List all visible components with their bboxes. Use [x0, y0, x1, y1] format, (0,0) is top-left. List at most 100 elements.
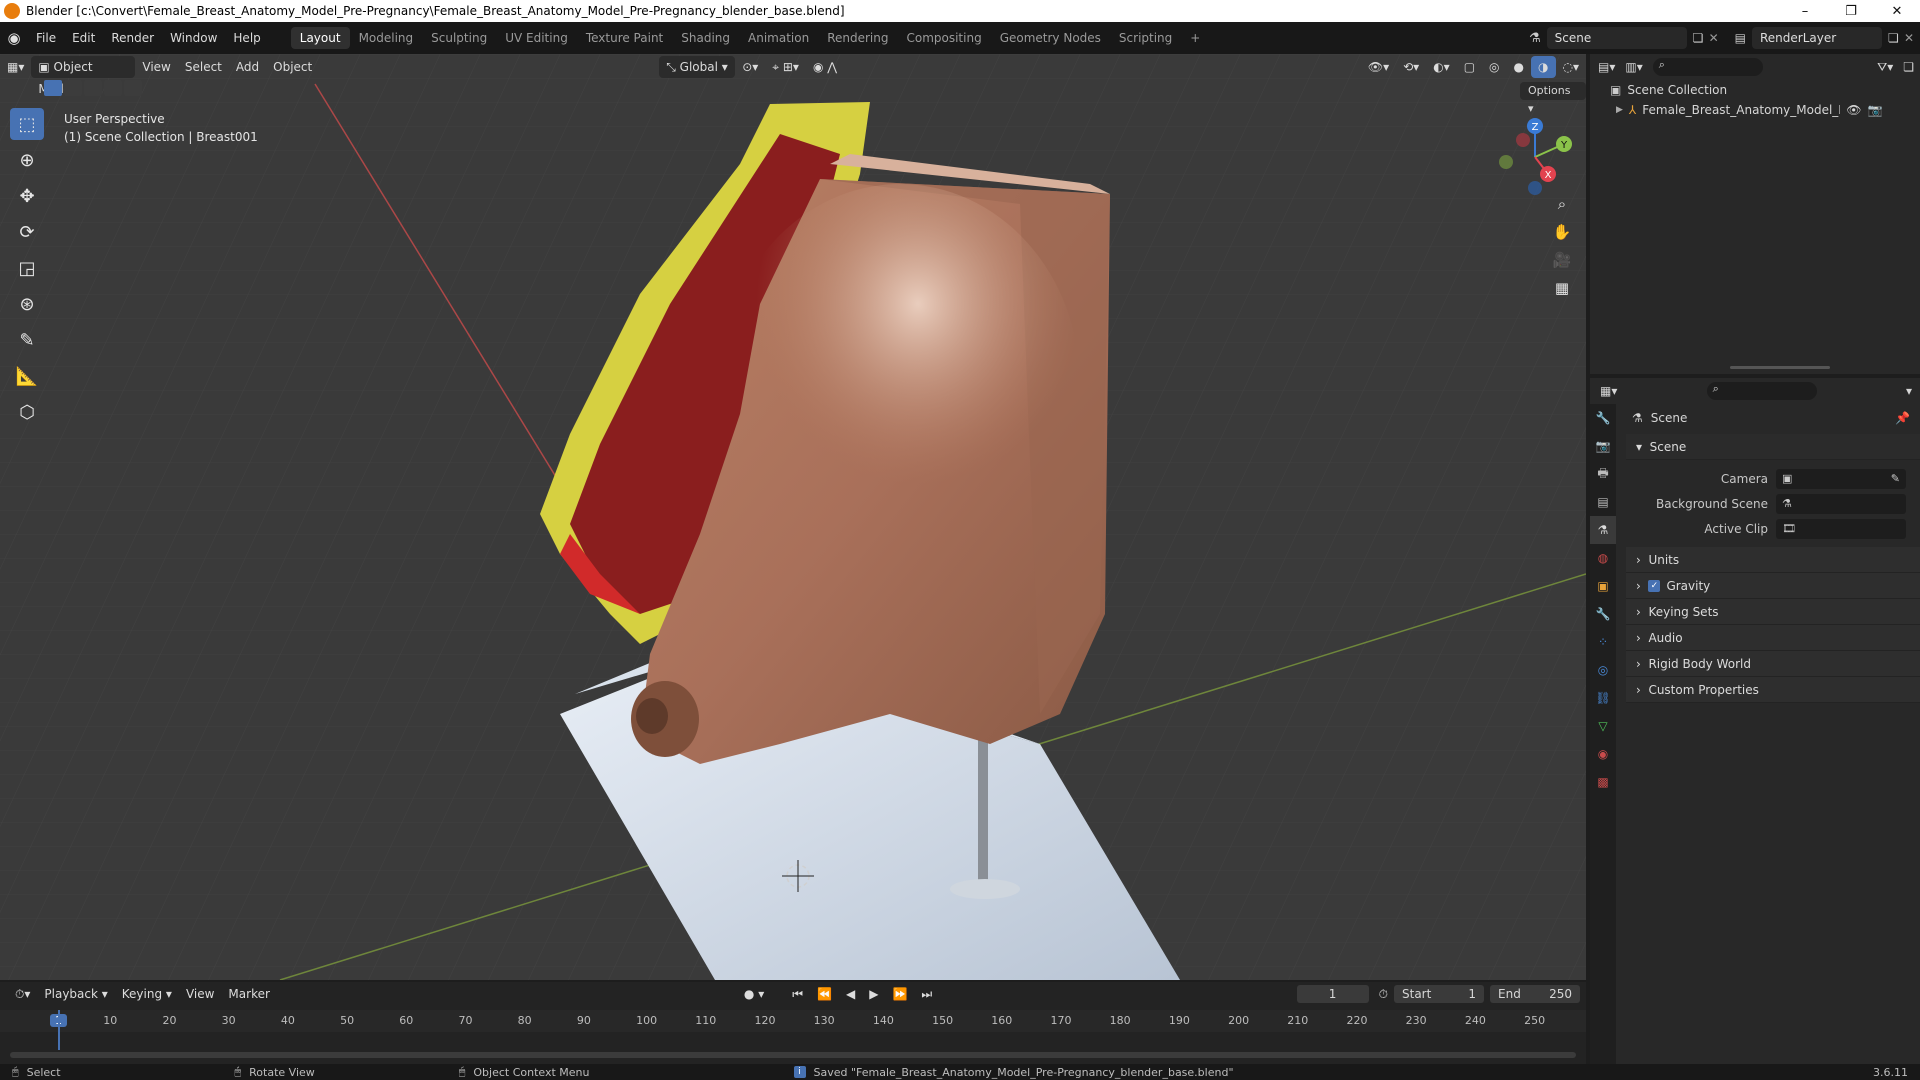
transform-tool-icon[interactable]: ⊛ [10, 288, 44, 320]
select-invert-icon[interactable] [104, 80, 122, 96]
frame-ruler[interactable]: 1102030405060708090100110120130140150160… [0, 1010, 1586, 1032]
menu-edit[interactable]: Edit [64, 27, 103, 49]
display-mode-icon[interactable]: ▥▾ [1625, 60, 1642, 74]
data-tab-icon[interactable]: ▽ [1590, 712, 1616, 740]
menu-help[interactable]: Help [225, 27, 268, 49]
gizmo-neg-z[interactable] [1528, 181, 1542, 195]
physics-tab-icon[interactable]: ◎ [1590, 656, 1616, 684]
tab-geometry-nodes[interactable]: Geometry Nodes [991, 27, 1110, 49]
visibility-icon[interactable]: 👁▾ [1361, 56, 1396, 78]
outliner-row-scene-collection[interactable]: ▣ Scene Collection [1590, 80, 1920, 100]
jump-end-icon[interactable]: ⏭ [914, 983, 939, 1005]
particles-tab-icon[interactable]: ⁘ [1590, 628, 1616, 656]
pivot-point-icon[interactable]: ⊙▾ [735, 56, 765, 78]
panel-rigid-body-world[interactable]: › Rigid Body World [1626, 651, 1920, 677]
menu-window[interactable]: Window [162, 27, 225, 49]
menu-select[interactable]: Select [178, 56, 229, 78]
rotate-tool-icon[interactable]: ⟳ [10, 216, 44, 248]
visibility-eye-icon[interactable]: 👁 [1846, 103, 1861, 117]
shading-solid-icon[interactable]: ● [1507, 56, 1531, 78]
properties-editor-type-icon[interactable]: ▦▾ [1600, 384, 1617, 398]
menu-view[interactable]: View [135, 56, 177, 78]
view-layer-selector[interactable]: RenderLayer [1752, 27, 1882, 49]
timeline-scrollbar[interactable] [10, 1052, 1576, 1058]
zoom-icon[interactable]: ⌕ [1548, 190, 1576, 218]
tool-tab-icon[interactable]: 🔧 [1590, 404, 1616, 432]
record-button-icon[interactable]: ● ▾ [737, 983, 771, 1005]
mode-selector[interactable]: ▣ Object Mode ▾ [31, 56, 136, 96]
overlay-toggle-icon[interactable]: ◐▾ [1426, 56, 1457, 78]
snap-icon[interactable]: ⌖ ⊞▾ [765, 56, 806, 78]
tab-modeling[interactable]: Modeling [350, 27, 423, 49]
eyedropper-icon[interactable]: ✎ [1891, 472, 1900, 485]
select-subtract-icon[interactable] [84, 80, 102, 96]
delete-scene-icon[interactable]: ✕ [1709, 31, 1725, 45]
new-scene-icon[interactable]: ❏ [1693, 31, 1709, 45]
panel-custom-properties[interactable]: › Custom Properties [1626, 677, 1920, 703]
xray-toggle-icon[interactable]: ▢ [1457, 56, 1482, 78]
panel-audio[interactable]: › Audio [1626, 625, 1920, 651]
gizmo-neg-x[interactable] [1516, 133, 1530, 147]
pan-hand-icon[interactable]: ✋ [1548, 218, 1576, 246]
next-keyframe-icon[interactable]: ⏩ [885, 983, 914, 1005]
play-icon[interactable]: ▶ [862, 983, 885, 1005]
add-workspace-button[interactable]: + [1181, 27, 1209, 49]
pin-icon[interactable]: 📌 [1895, 411, 1910, 425]
filter-icon[interactable]: ⛛▾ [1877, 60, 1893, 75]
menu-playback[interactable]: Playback ▾ [37, 983, 114, 1005]
menu-timeline-view[interactable]: View [179, 983, 221, 1005]
tab-animation[interactable]: Animation [739, 27, 818, 49]
prev-keyframe-icon[interactable]: ⏪ [810, 983, 839, 1005]
add-cube-tool-icon[interactable]: ⬡ [10, 396, 44, 428]
preview-range-icon[interactable]: ⏱ [1379, 987, 1388, 1002]
material-tab-icon[interactable]: ◉ [1590, 740, 1616, 768]
shading-rendered-icon[interactable]: ◌▾ [1556, 56, 1587, 78]
menu-add[interactable]: Add [229, 56, 266, 78]
tab-shading[interactable]: Shading [672, 27, 739, 49]
tab-layout[interactable]: Layout [290, 27, 350, 49]
annotate-tool-icon[interactable]: ✎ [10, 324, 44, 356]
delete-view-layer-icon[interactable]: ✕ [1904, 31, 1920, 45]
properties-search-input[interactable]: ⌕ [1706, 382, 1817, 400]
minimize-button[interactable]: – [1782, 0, 1828, 22]
camera-view-icon[interactable]: 🎥 [1548, 246, 1576, 274]
select-extend-icon[interactable] [64, 80, 82, 96]
timeline-editor-type-icon[interactable]: ⏱▾ [8, 983, 37, 1005]
select-box-tool-icon[interactable]: ⬚ [10, 108, 44, 140]
3d-viewport[interactable]: ▦▾ ▣ Object Mode ▾ View Select Add Objec… [0, 54, 1586, 980]
tab-uv-editing[interactable]: UV Editing [496, 27, 577, 49]
panel-gravity[interactable]: › ✓ Gravity [1626, 573, 1920, 599]
output-tab-icon[interactable]: 🖶 [1590, 460, 1616, 488]
panel-scene-header[interactable]: ▾ Scene [1626, 434, 1920, 460]
modifier-tab-icon[interactable]: 🔧 [1590, 600, 1616, 628]
outliner-scrollbar[interactable] [1730, 366, 1830, 369]
gravity-checkbox[interactable]: ✓ [1648, 579, 1661, 592]
current-frame-field[interactable]: 1 [1296, 985, 1369, 1003]
perspective-toggle-icon[interactable]: ▦ [1548, 274, 1576, 302]
jump-start-icon[interactable]: ⏮ [785, 983, 810, 1005]
active-clip-field[interactable]: 🎞 [1776, 518, 1906, 539]
transform-orientation-selector[interactable]: ⤡ Global ▾ [659, 56, 736, 78]
outliner-editor-type-icon[interactable]: ▤▾ [1598, 60, 1615, 74]
blender-menu-icon[interactable]: ◉ [0, 27, 28, 49]
proportional-edit-icon[interactable]: ◉ ⋀ [806, 56, 844, 78]
select-new-icon[interactable] [44, 80, 62, 96]
timeline-track-area[interactable] [0, 1010, 1586, 1052]
outliner-row-object[interactable]: ▶ ⅄ Female_Breast_Anatomy_Model_Pre_Pr 👁… [1590, 100, 1920, 120]
expand-arrow-icon[interactable]: ▶ [1616, 105, 1623, 115]
outliner-search-input[interactable]: ⌕ [1652, 58, 1763, 76]
render-camera-icon[interactable]: 📷 [1868, 103, 1883, 117]
scale-tool-icon[interactable]: ◲ [10, 252, 44, 284]
camera-field[interactable]: ▣ ✎ [1776, 468, 1906, 489]
menu-marker[interactable]: Marker [221, 983, 276, 1005]
background-scene-field[interactable]: ⚗ [1776, 493, 1906, 514]
tab-sculpting[interactable]: Sculpting [422, 27, 496, 49]
menu-render[interactable]: Render [103, 27, 162, 49]
move-tool-icon[interactable]: ✥ [10, 180, 44, 212]
tab-rendering[interactable]: Rendering [818, 27, 897, 49]
texture-tab-icon[interactable]: ▩ [1590, 768, 1616, 796]
shading-material-icon[interactable]: ◑ [1531, 56, 1556, 78]
tab-texture-paint[interactable]: Texture Paint [577, 27, 672, 49]
tab-compositing[interactable]: Compositing [897, 27, 990, 49]
scene-tab-icon[interactable]: ⚗ [1590, 516, 1616, 544]
